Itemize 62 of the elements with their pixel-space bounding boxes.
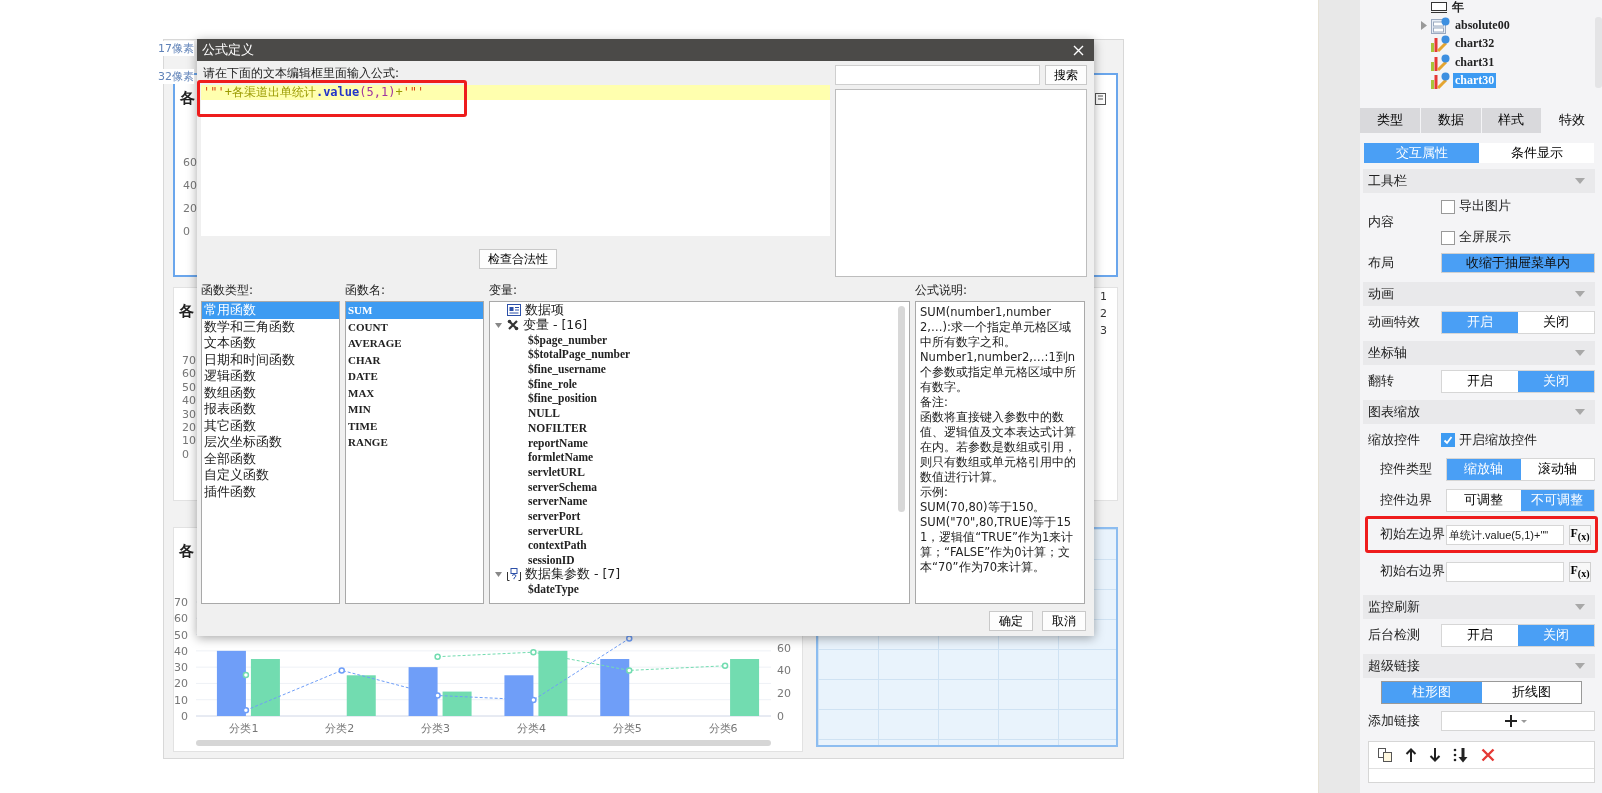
chart-title: 各 (179, 302, 194, 321)
chart-title: 各 (180, 89, 195, 108)
description-text: 函数将直接键入参数中的数值、逻辑值及文本表达式计算在内。若参数是数组或引用，则只有数组或单元格引用中的数值进行计算。 (920, 410, 1077, 485)
axis-tick-label: 20 (182, 421, 196, 435)
field-label: 后台检测 (1368, 626, 1421, 644)
axis-tick-label: 10 (182, 434, 196, 448)
field-label: 控件边界 (1380, 492, 1433, 509)
axis-tick-label: 30 (174, 661, 188, 675)
field-label: 缩放控件 (1368, 431, 1421, 449)
field-label: 添加链接 (1368, 712, 1421, 730)
axis-tick-label: 0 (182, 447, 190, 462)
axis-tick-label: 40 (777, 664, 791, 678)
editor-prompt: 请在下面的文本编辑框里面输入公式: (202, 65, 401, 81)
list-label: 公式说明: (915, 282, 969, 299)
axis-tick-label: 40 (183, 178, 197, 193)
field-label: 翻转 (1368, 372, 1395, 390)
description-text: SUM(70,80)等于150。 (920, 500, 1047, 515)
category-label: 分类2 (325, 722, 355, 735)
field-label: 控件类型 (1380, 461, 1433, 478)
axis-tick-label: 70 (174, 596, 188, 609)
field-label: 动画特效 (1368, 313, 1421, 331)
axis-tick-label: 20 (777, 687, 791, 701)
chart-title: 各 (179, 542, 194, 561)
field-label: 初始左边界 (1380, 526, 1446, 543)
category-label: 分类1 (229, 722, 259, 735)
list-label: 变量: (489, 282, 519, 299)
axis-tick-label: 0 (777, 710, 784, 723)
field-label: 初始右边界 (1380, 563, 1446, 580)
axis-tick-label: 60 (777, 641, 791, 655)
dialog-title: 公式定义 (202, 41, 254, 59)
axis-tick-label: 60 (174, 612, 188, 626)
description-text: Number1,number2,…:1到n个参数或指定单元格区域中所有数字。 (920, 350, 1077, 395)
description-text: 示例: (920, 485, 949, 500)
legend-label: 3 (1100, 323, 1107, 339)
axis-tick-label: 0 (181, 710, 188, 723)
legend-label: 2 (1100, 306, 1107, 322)
axis-tick-label: 10 (174, 693, 188, 707)
legend-label: 1 (1100, 289, 1107, 305)
size-label: 32像素 (158, 69, 194, 84)
axis-tick-label: 30 (182, 407, 196, 422)
axis-tick-label: 20 (174, 677, 188, 691)
field-label: 布局 (1368, 254, 1395, 272)
axis-tick-label: 20 (183, 201, 197, 216)
description-text: 备注: (920, 395, 949, 410)
axis-tick-label: 40 (174, 644, 188, 658)
list-label: 函数类型: (201, 282, 255, 299)
description-text: SUM(number1,number2,…):求一个指定单元格区域中所有数字之和。 (920, 305, 1072, 350)
category-label: 分类5 (612, 722, 642, 735)
axis-tick-label: 40 (182, 394, 196, 408)
axis-tick-label: 70 (182, 354, 196, 368)
axis-tick-label: 50 (182, 380, 196, 395)
axis-tick-label: 0 (183, 224, 191, 239)
description-text: SUM("70",80,TRUE)等于151，逻辑值“TRUE”作为1来计算；“FALSE”作为0计算；文本“70”作为70来计算。 (920, 515, 1075, 575)
category-label: 分类6 (708, 722, 738, 735)
axis-tick-label: 60 (183, 155, 197, 170)
axis-tick-label: 50 (174, 628, 188, 642)
category-label: 分类3 (421, 722, 451, 735)
axis-tick-label: 60 (182, 367, 196, 381)
field-label: 内容 (1368, 213, 1395, 231)
list-label: 函数名: (345, 282, 387, 299)
size-label: 17像素 (158, 41, 194, 56)
category-label: 分类4 (516, 722, 546, 735)
